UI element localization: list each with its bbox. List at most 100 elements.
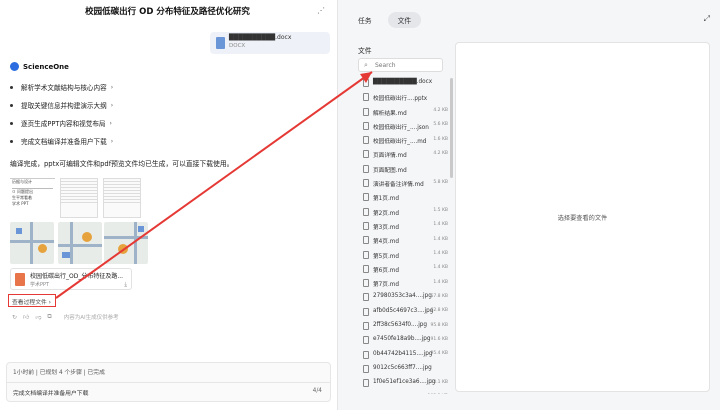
message-actions: ↻ 👍︎ 👎︎ ⧉ 内容为AI生成仅供参考	[12, 313, 119, 321]
file-icon	[363, 250, 369, 259]
file-icon	[363, 193, 369, 202]
step-list: 解析学术文献结构与核心内容 › 提取关键信息并构建演示大纲 › 逐页生成PPT内容和…	[10, 78, 210, 150]
bullet-icon	[10, 85, 13, 89]
view-process-files-button[interactable]: 查看过程文件 ›	[8, 294, 56, 307]
share-icon[interactable]: ⋰	[317, 6, 327, 16]
file-icon	[363, 79, 369, 87]
file-name: 校园低碳出行....pptx	[373, 96, 428, 103]
task-status-panel: 1小时前 | 已规划 4 个步骤 | 已完成 完成文档编译并准备用户下载 4/4	[6, 362, 331, 402]
file-list-item[interactable]: 2ff38c5634f0....jpg 95.8 KB	[358, 319, 450, 333]
file-name: 1f0e51ef1ce3a6....jpg	[373, 379, 436, 386]
map-slide-thumbnail[interactable]	[104, 222, 148, 264]
file-list-item[interactable]: 9012c5c663ff7....jpg	[358, 362, 450, 376]
preview-hint: 选择要查看的文件	[557, 215, 608, 222]
step-item[interactable]: 完成文档编译并准备用户下载 ›	[10, 132, 210, 150]
file-name: 页面配图.md	[373, 167, 407, 174]
file-icon	[363, 121, 369, 130]
file-size: 1.6 KB	[433, 136, 448, 142]
file-icon	[363, 364, 369, 373]
file-name: 校园低碳出行_....md	[373, 139, 427, 146]
file-list-item[interactable]: e7450fe18a9b....jpg 91.6 KB	[358, 333, 450, 347]
file-list-item[interactable]: 解析结果.md 4.2 KB	[358, 105, 450, 119]
step-item[interactable]: 解析学术文献结构与核心内容 ›	[10, 78, 210, 96]
divider	[7, 382, 330, 383]
bullet-icon	[10, 139, 13, 143]
file-list-item[interactable]: 页面配图.md	[358, 162, 450, 176]
scrollbar[interactable]	[450, 78, 453, 178]
file-list-item[interactable]: 第1页.md	[358, 190, 450, 204]
file-list-item[interactable]: 0b44742b4115....jpg 95.4 KB	[358, 348, 450, 362]
file-panel: 任务 文件 ⤢ 文件 ⌕ ██████████.docx 校园低碳出行....pp…	[338, 0, 720, 410]
thumb-line: 学术 PPT	[12, 201, 29, 206]
file-list-item[interactable]: 页面详情.md 4.2 KB	[358, 147, 450, 161]
file-list-item[interactable]: 第6页.md 1.4 KB	[358, 262, 450, 276]
files-heading: 文件	[358, 47, 372, 55]
thumb-line: 历据与设计	[12, 179, 32, 184]
step-item[interactable]: 逐页生成PPT内容和视觉布局 ›	[10, 114, 210, 132]
file-list-item[interactable]: 第7页.md 1.4 KB	[358, 276, 450, 290]
file-list-item[interactable]: 第3页.md 1.4 KB	[358, 219, 450, 233]
thumbs-up-icon[interactable]: 👍︎	[23, 313, 29, 321]
file-list-item[interactable]: 第2页.md 1.5 KB	[358, 205, 450, 219]
file-size: 5.6 KB	[433, 122, 448, 128]
document-thumbnail[interactable]: 历据与设计 ㅁ 问题提出 生平常看着 学术 PPT	[10, 178, 55, 218]
file-name: 第7页.md	[373, 282, 399, 289]
file-list-item[interactable]: 27980353c3a4....jpg 57.8 KB	[358, 290, 450, 304]
ai-disclaimer: 内容为AI生成仅供参考	[63, 315, 119, 321]
file-size: 95.8 KB	[430, 322, 449, 328]
file-size: 1.5 KB	[433, 208, 448, 214]
search-input[interactable]	[375, 61, 439, 70]
file-icon	[363, 379, 369, 388]
tab-tasks[interactable]: 任务	[348, 12, 382, 28]
file-size: 5.8 KB	[433, 179, 448, 185]
file-list-item[interactable]: afb0d5c4697c3....jpg 62.8 KB	[358, 305, 450, 319]
pptx-file-card[interactable]: 校园低碳出行_OD_分布特征及路... 学术PPT ⤓	[10, 268, 132, 290]
table-thumbnail[interactable]	[103, 178, 141, 218]
file-icon	[363, 293, 369, 302]
step-item[interactable]: 提取关键信息并构建演示大纲 ›	[10, 96, 210, 114]
chevron-right-icon: ›	[110, 101, 114, 109]
regenerate-icon[interactable]: ↻	[12, 314, 17, 321]
file-list-item[interactable]: e60e0886e82....jpg103.3 KB	[358, 391, 450, 394]
file-name: 0b44742b4115....jpg	[373, 350, 433, 357]
chat-pane: 校园低碳出行 OD 分布特征及路径优化研究 ⋰ ██████████.docx …	[0, 0, 335, 410]
file-icon	[363, 279, 369, 288]
scienceone-logo-icon	[10, 62, 19, 71]
pptx-file-icon	[15, 273, 25, 286]
file-list-item[interactable]: 第5页.md 1.4 KB	[358, 248, 450, 262]
app-root: 校园低碳出行 OD 分布特征及路径优化研究 ⋰ ██████████.docx …	[0, 0, 720, 410]
map-slide-thumbnail[interactable]	[10, 222, 54, 264]
current-task-label: 完成文档编译并准备用户下载	[13, 391, 89, 397]
attachment-type: DOCX	[229, 43, 246, 49]
table-thumbnail[interactable]	[60, 178, 98, 218]
download-icon[interactable]: ⤓	[124, 281, 127, 289]
file-name: 页面详情.md	[373, 153, 407, 160]
step-label: 解析学术文献结构与核心内容	[21, 84, 107, 92]
file-icon	[363, 136, 369, 145]
file-list-item[interactable]: ██████████.docx	[358, 76, 450, 90]
file-list-item[interactable]: 第4页.md 1.4 KB	[358, 233, 450, 247]
file-name: e7450fe18a9b....jpg	[373, 336, 431, 343]
file-list-item[interactable]: 1f0e51ef1ce3a6....jpg 93.1 KB	[358, 376, 450, 390]
file-name: 第1页.md	[373, 196, 399, 203]
file-list-item[interactable]: 校园低碳出行....pptx	[358, 90, 450, 104]
file-icon	[363, 264, 369, 273]
file-list-item[interactable]: 校园低碳出行_....md 1.6 KB	[358, 133, 450, 147]
thumbs-down-icon[interactable]: 👎︎	[35, 313, 41, 321]
file-name: 第6页.md	[373, 267, 399, 274]
task-status-summary: 1小时前 | 已规划 4 个步骤 | 已完成	[13, 370, 105, 376]
file-icon	[363, 93, 369, 102]
file-name: 第3页.md	[373, 224, 399, 231]
search-icon: ⌕	[364, 61, 368, 69]
user-attachment[interactable]: ██████████.docx DOCX	[210, 32, 330, 54]
file-icon	[363, 207, 369, 216]
map-slide-thumbnail[interactable]	[58, 222, 102, 264]
copy-icon[interactable]: ⧉	[47, 313, 51, 321]
docx-file-icon	[216, 37, 225, 49]
tab-files[interactable]: 文件	[387, 12, 422, 28]
file-list-item[interactable]: 演讲者备注详情.md 5.8 KB	[358, 176, 450, 190]
file-icon	[363, 107, 369, 116]
expand-icon[interactable]: ⤢	[704, 14, 710, 24]
file-list-item[interactable]: 校园低碳出行_....json 5.6 KB	[358, 119, 450, 133]
file-size: 95.4 KB	[430, 351, 449, 357]
